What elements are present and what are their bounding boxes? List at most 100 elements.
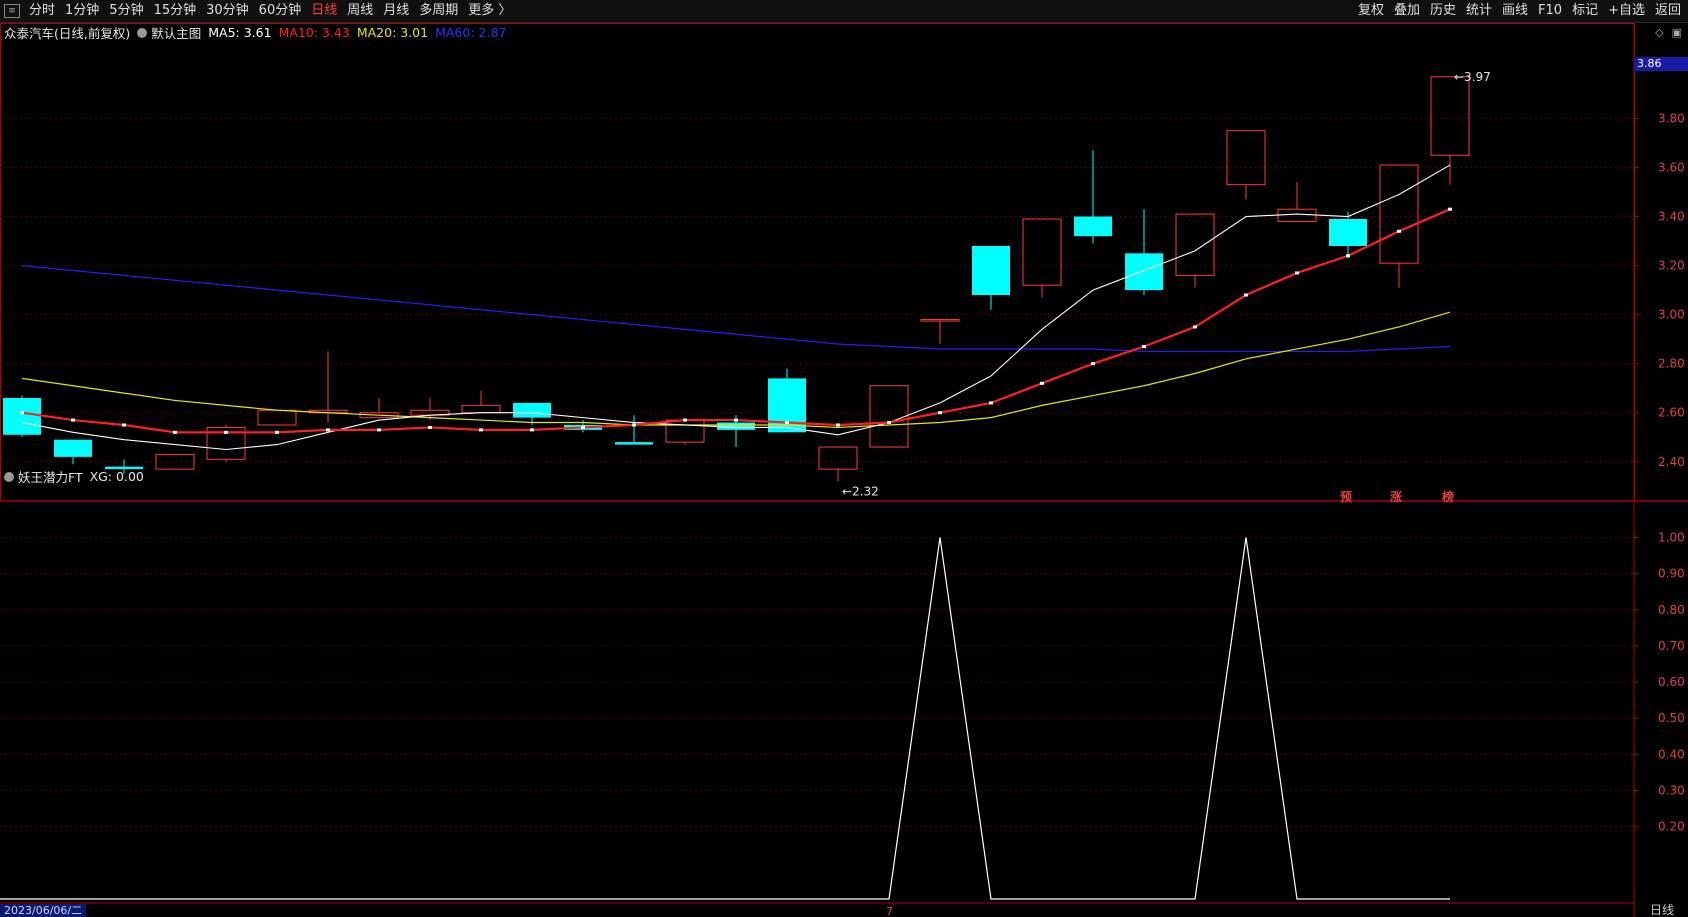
- ma10-line-point: [1244, 293, 1248, 297]
- ma10-line-point: [1040, 381, 1044, 385]
- sub-tick-label: 0.60: [1658, 675, 1685, 689]
- candle-body: [513, 402, 551, 418]
- ma10-line-point: [428, 425, 432, 429]
- period-tab-10[interactable]: 更多 〉: [463, 0, 516, 22]
- ma10-line-point: [122, 423, 126, 427]
- ma10-line-point: [1142, 345, 1146, 349]
- period-tab-1[interactable]: 1分钟: [60, 0, 104, 22]
- sub-tick-label: 0.50: [1658, 711, 1685, 725]
- period-tab-9[interactable]: 多周期: [414, 0, 463, 22]
- main-tick-label: 3.60: [1658, 161, 1685, 175]
- ma10-line-point: [836, 423, 840, 427]
- tag-bang[interactable]: 榜: [1442, 488, 1454, 505]
- candle-body: [1379, 164, 1419, 264]
- ma10-line-point: [1193, 325, 1197, 329]
- main-tick-label: 2.40: [1658, 455, 1685, 469]
- ma10-line-point: [632, 423, 636, 427]
- candle-body: [972, 245, 1010, 296]
- period-toolbar: ≡ 分时 1分钟 5分钟 15分钟 30分钟 60分钟 日线 周线 月线 多周期 更多 〉 复权 叠加…: [0, 0, 1688, 23]
- candle-body: [665, 419, 705, 443]
- ma10-line-point: [581, 425, 585, 429]
- candle-body: [1175, 213, 1215, 276]
- candle-body: [1329, 219, 1367, 246]
- sub-tick-label: 0.40: [1658, 747, 1685, 761]
- ma10-line-point: [1295, 271, 1299, 275]
- ma60-line: [21, 264, 1451, 353]
- sub-tick-label: 0.90: [1658, 567, 1685, 581]
- period-tab-3[interactable]: 15分钟: [149, 0, 202, 22]
- ma10-line-point: [530, 428, 534, 432]
- candle-body: [717, 422, 755, 430]
- tag-zhang[interactable]: 涨: [1390, 488, 1402, 505]
- candle-body: [615, 442, 653, 445]
- candle-body: [818, 446, 858, 470]
- tool-button-7[interactable]: +自选: [1603, 0, 1650, 22]
- ma10-line-point: [734, 418, 738, 422]
- tool-button-5[interactable]: F10: [1533, 0, 1567, 22]
- period-tabs: ≡ 分时 1分钟 5分钟 15分钟 30分钟 60分钟 日线 周线 月线 多周期 更多 〉: [2, 0, 516, 22]
- candle-body: [1022, 218, 1062, 286]
- ma10-line-point: [377, 428, 381, 432]
- candle-body: [869, 385, 909, 448]
- candle-body: [461, 404, 501, 414]
- extreme-price-label: ←2.32: [842, 484, 879, 498]
- period-tab-4[interactable]: 30分钟: [201, 0, 254, 22]
- period-tab-0[interactable]: 分时: [24, 0, 60, 22]
- ma10-line-point: [785, 421, 789, 425]
- tool-button-6[interactable]: 标记: [1567, 0, 1603, 22]
- candle-body: [54, 439, 92, 457]
- tool-buttons: 复权 叠加 历史 统计 画线 F10 标记 +自选 返回: [1353, 0, 1686, 22]
- ma10-line-point: [887, 421, 891, 425]
- ma20-line: [21, 311, 1451, 429]
- time-axis-marker: 7: [886, 905, 893, 917]
- main-tick-label: 2.80: [1658, 357, 1685, 371]
- ma10-line-point: [224, 430, 228, 434]
- cursor-date: 2023/06/06/二: [0, 904, 87, 917]
- ma10-line-point: [1091, 362, 1095, 366]
- ma10-line-point: [20, 411, 24, 415]
- ma10-line-point: [938, 411, 942, 415]
- ma10-line-point: [1448, 207, 1452, 211]
- sub-tick-label: 0.80: [1658, 603, 1685, 617]
- menu-icon[interactable]: ≡: [4, 4, 20, 18]
- candle-body: [1430, 76, 1470, 156]
- tool-button-1[interactable]: 叠加: [1389, 0, 1425, 22]
- tool-button-3[interactable]: 统计: [1461, 0, 1497, 22]
- ma10-line-point: [275, 430, 279, 434]
- candle-body: [1277, 208, 1317, 222]
- tool-button-0[interactable]: 复权: [1353, 0, 1389, 22]
- period-tab-2[interactable]: 5分钟: [104, 0, 148, 22]
- period-tab-7[interactable]: 周线: [342, 0, 378, 22]
- period-tab-8[interactable]: 月线: [378, 0, 414, 22]
- ma10-line-point: [326, 428, 330, 432]
- sub-tick-label: 0.30: [1658, 784, 1685, 798]
- period-tab-6[interactable]: 日线: [306, 0, 342, 22]
- sub-tick-label: 0.20: [1658, 820, 1685, 834]
- ma10-line-point: [479, 428, 483, 432]
- kline-chart[interactable]: 2.40 2.60 2.80 3.00 3.20 3.40 3.60 3.80 ←2.32 ←3.…: [0, 23, 1688, 917]
- sub-tick-label: 0.70: [1658, 639, 1685, 653]
- candle-body: [105, 466, 143, 470]
- sub-tick-label: 1.00: [1658, 530, 1685, 544]
- main-tick-label: 2.60: [1658, 406, 1685, 420]
- ma10-line-point: [1397, 229, 1401, 233]
- extreme-price-label: ←3.97: [1454, 70, 1491, 84]
- main-tick-label: 3.40: [1658, 210, 1685, 224]
- period-tab-5[interactable]: 60分钟: [254, 0, 307, 22]
- main-tick-label: 3.20: [1658, 259, 1685, 273]
- tool-button-4[interactable]: 画线: [1497, 0, 1533, 22]
- ma10-line-point: [173, 430, 177, 434]
- tool-button-2[interactable]: 历史: [1425, 0, 1461, 22]
- tool-button-8[interactable]: 返回: [1650, 0, 1686, 22]
- candle-body: [920, 319, 960, 322]
- ma10-line-point: [1346, 254, 1350, 258]
- candle-body: [3, 398, 41, 435]
- period-label[interactable]: 日线: [1636, 904, 1688, 917]
- candle-body: [1125, 253, 1163, 291]
- main-tick-label: 3.80: [1658, 111, 1685, 125]
- candle-body: [1226, 130, 1266, 186]
- tag-yu[interactable]: 预: [1340, 488, 1352, 505]
- ma10-line: [21, 208, 1451, 434]
- candle-body: [1074, 216, 1112, 237]
- main-tick-label: 3.00: [1658, 308, 1685, 322]
